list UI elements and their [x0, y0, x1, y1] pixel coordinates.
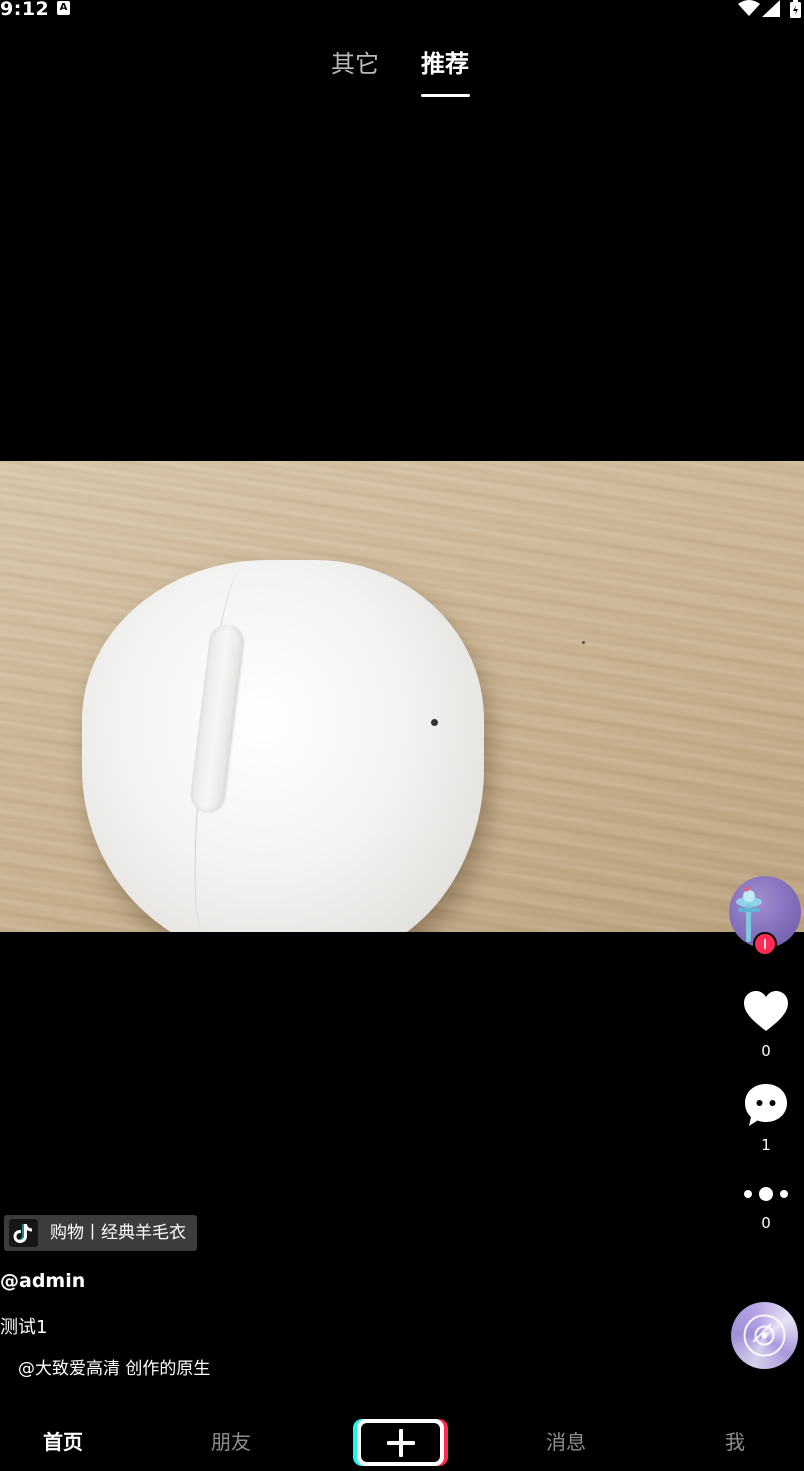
post-username[interactable]: @admin	[0, 1270, 85, 1292]
share-count: 0	[761, 1214, 771, 1232]
comment-icon	[745, 1084, 787, 1126]
nav-friends[interactable]: 朋友	[211, 1429, 251, 1455]
comment-count: 1	[761, 1136, 771, 1154]
music-marquee[interactable]: @大致爱高清 创作的原生	[18, 1354, 244, 1379]
tab-recommend[interactable]: 推荐	[421, 48, 469, 80]
status-bar: 9:12 A	[0, 0, 804, 22]
top-tabs: 其它 推荐	[0, 48, 804, 100]
tiktok-logo-icon	[9, 1219, 38, 1247]
shopping-tag-label: 购物丨经典羊毛衣	[50, 1223, 186, 1243]
post-description: 测试1	[0, 1317, 48, 1338]
music-title: @大致爱高清 创作的原生	[18, 1359, 211, 1379]
earbuds-case	[82, 560, 484, 932]
disc-icon	[743, 1314, 786, 1357]
wifi-icon	[738, 0, 760, 16]
nav-home[interactable]: 首页	[43, 1429, 83, 1455]
share-button[interactable]: 0	[726, 1184, 804, 1232]
wood-mark	[582, 641, 585, 644]
nav-messages[interactable]: 消息	[546, 1429, 586, 1455]
follow-button[interactable]	[753, 932, 777, 956]
tab-other[interactable]: 其它	[331, 48, 379, 80]
a-icon: A	[57, 1, 70, 15]
case-indicator-dot	[431, 719, 438, 726]
like-count: 0	[761, 1042, 771, 1060]
bottom-nav: 首页 朋友 消息 我	[0, 1412, 804, 1471]
shopping-tag[interactable]: 购物丨经典羊毛衣	[4, 1215, 197, 1251]
create-post-button[interactable]	[353, 1419, 448, 1466]
video-frame[interactable]	[0, 461, 804, 932]
more-dots-icon	[744, 1187, 788, 1201]
status-time: 9:12	[0, 0, 50, 20]
battery-icon	[790, 0, 801, 18]
plus-icon-vertical	[399, 1429, 403, 1457]
heart-icon	[744, 991, 788, 1031]
nav-me[interactable]: 我	[725, 1429, 745, 1455]
tab-active-indicator	[421, 94, 470, 97]
like-button[interactable]: 0	[726, 990, 804, 1060]
music-disc[interactable]	[731, 1302, 798, 1369]
signal-icon	[762, 0, 780, 17]
comment-button[interactable]: 1	[726, 1082, 804, 1154]
